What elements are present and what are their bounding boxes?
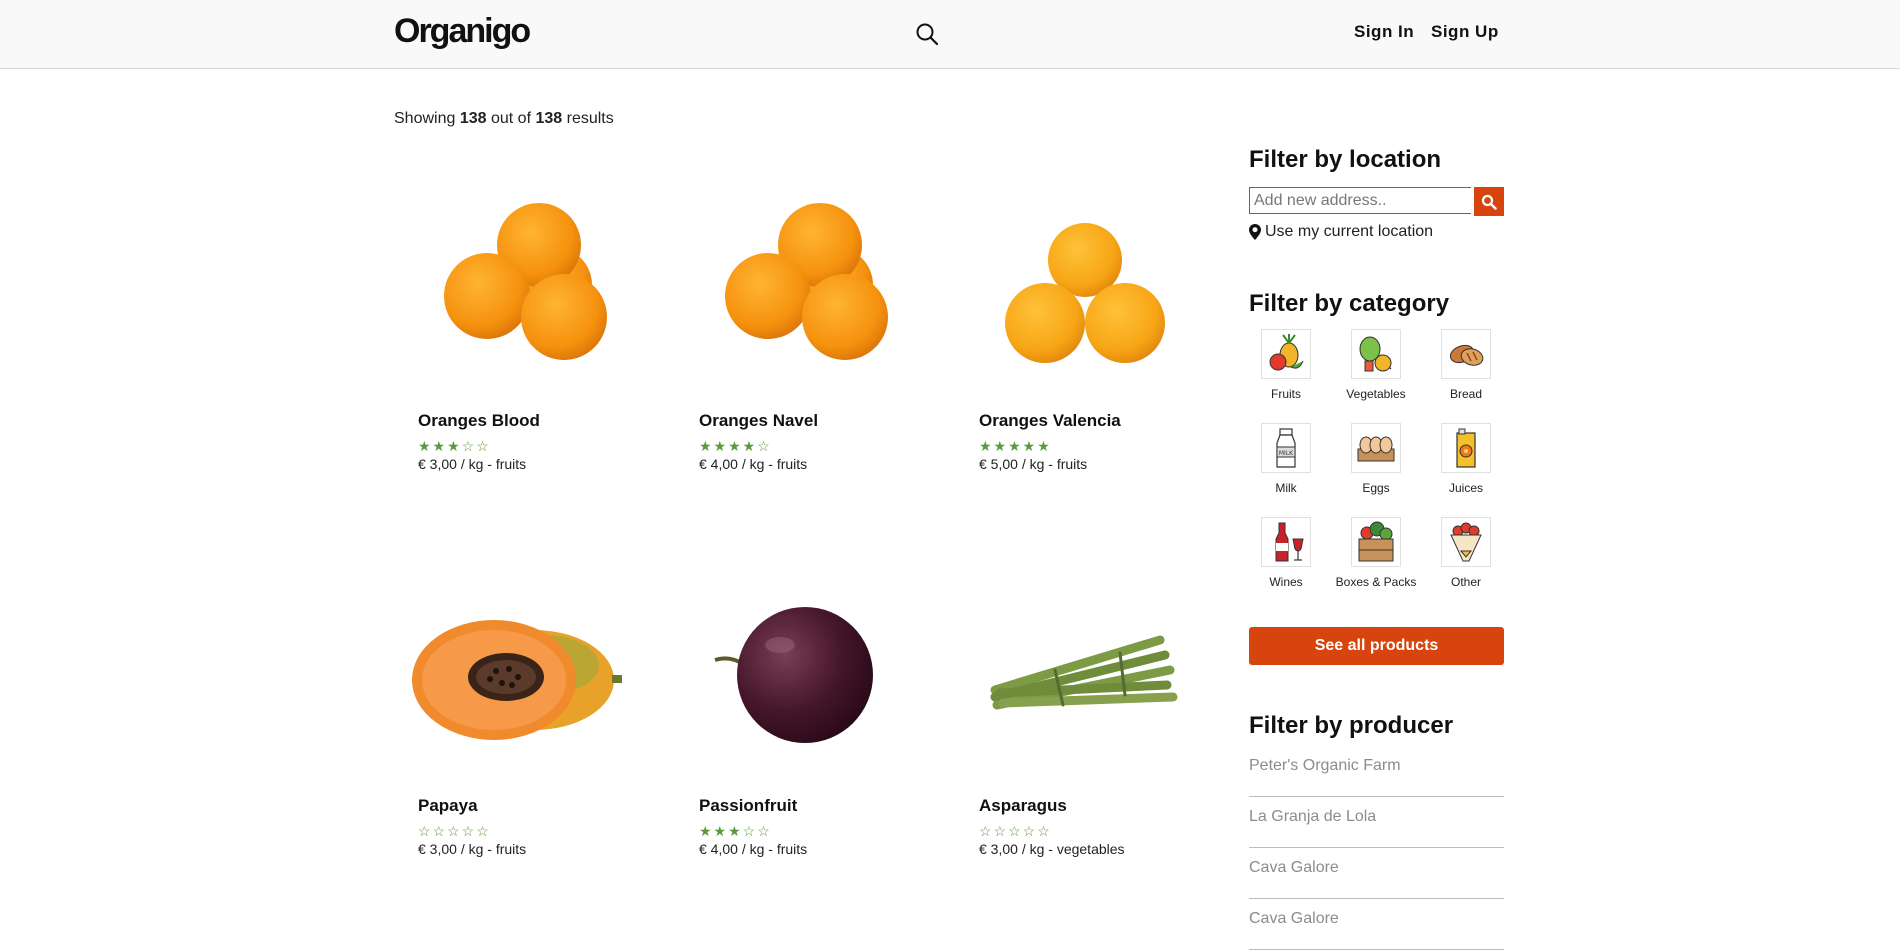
top-navbar: Organigo Sign In Sign Up [0,0,1900,69]
category-label: Wines [1269,575,1303,589]
product-image-oranges-valencia[interactable] [955,180,1185,410]
product-name[interactable]: Papaya [418,796,478,816]
results-prefix: Showing [394,110,456,127]
fruits-icon [1261,329,1311,379]
star-rating: ★★★☆☆ [418,438,491,454]
milk-icon: MILK [1261,423,1311,473]
map-pin-icon [1249,224,1261,240]
star-rating: ☆☆☆☆☆ [418,823,491,839]
use-current-location[interactable]: Use my current location [1249,223,1433,241]
product-price: € 4,00 / kg - fruits [699,456,808,472]
category-label: Boxes & Packs [1335,575,1417,589]
category-bread[interactable]: Bread [1421,329,1511,403]
category-wines[interactable]: Wines [1241,517,1331,591]
address-input[interactable] [1249,187,1471,214]
bread-icon [1441,329,1491,379]
product-price: € 4,00 / kg - fruits [699,841,808,857]
producer-item[interactable]: Cava Galore [1249,900,1504,950]
category-label: Fruits [1271,387,1301,401]
boxes-icon [1351,517,1401,567]
product-card[interactable]: Oranges Blood ★★★☆☆ € 3,00 / kg - fruits [394,180,624,472]
category-juices[interactable]: Juices [1421,423,1511,497]
search-icon [1481,194,1497,210]
results-middle: out of [490,110,532,127]
see-all-products-button[interactable]: See all products [1249,627,1504,665]
filter-location-title: Filter by location [1249,146,1442,173]
vegetables-icon [1351,329,1401,379]
category-label: Other [1450,575,1481,589]
product-image-passionfruit[interactable] [675,565,905,795]
filter-producer-title: Filter by producer [1249,712,1454,739]
results-total: 138 [535,110,563,127]
star-rating: ☆☆☆☆☆ [979,823,1052,839]
product-image-oranges-navel[interactable] [675,180,905,410]
product-price: € 3,00 / kg - fruits [418,841,527,857]
star-rating: ★★★★☆ [699,438,772,454]
product-image-oranges-blood[interactable] [394,180,624,410]
results-shown: 138 [459,110,487,127]
product-name[interactable]: Asparagus [979,796,1067,816]
category-label: Bread [1449,387,1483,401]
product-name[interactable]: Oranges Navel [699,411,818,431]
product-image-papaya[interactable] [394,565,624,795]
eggs-icon [1351,423,1401,473]
sign-in-link[interactable]: Sign In [1354,22,1414,42]
category-label: Milk [1275,481,1297,495]
category-label: Juices [1448,481,1483,495]
star-rating: ★★★★★ [979,438,1052,454]
category-boxes-packs[interactable]: Boxes & Packs [1331,517,1421,591]
product-name[interactable]: Oranges Blood [418,411,540,431]
search-icon[interactable] [915,22,939,46]
product-card[interactable]: Oranges Valencia ★★★★★ € 5,00 / kg - fru… [955,180,1185,472]
product-card[interactable]: Asparagus ☆☆☆☆☆ € 3,00 / kg - vegetables [955,565,1185,857]
product-price: € 3,00 / kg - fruits [418,456,527,472]
product-price: € 5,00 / kg - fruits [979,456,1088,472]
category-label: Vegetables [1346,387,1406,401]
wines-icon [1261,517,1311,567]
other-icon [1441,517,1491,567]
results-count: Showing 138 out of 138 results [394,110,614,128]
product-card[interactable]: Passionfruit ★★★☆☆ € 4,00 / kg - fruits [675,565,905,857]
producer-item[interactable]: Cava Galore [1249,849,1504,899]
address-search-button[interactable] [1474,187,1504,216]
current-location-label: Use my current location [1265,223,1434,240]
product-image-asparagus[interactable] [955,565,1185,795]
product-card[interactable]: Papaya ☆☆☆☆☆ € 3,00 / kg - fruits [394,565,624,857]
product-card[interactable]: Oranges Navel ★★★★☆ € 4,00 / kg - fruits [675,180,905,472]
category-vegetables[interactable]: Vegetables [1331,329,1421,403]
producer-item[interactable]: Peter's Organic Farm [1249,747,1504,797]
product-name[interactable]: Oranges Valencia [979,411,1121,431]
producer-item[interactable]: La Granja de Lola [1249,798,1504,848]
svg-text:MILK: MILK [1279,450,1294,457]
category-fruits[interactable]: Fruits [1241,329,1331,403]
sign-up-link[interactable]: Sign Up [1431,22,1499,42]
juices-icon [1441,423,1491,473]
category-milk[interactable]: MILK Milk [1241,423,1331,497]
star-rating: ★★★☆☆ [699,823,772,839]
category-label: Eggs [1362,481,1390,495]
product-price: € 3,00 / kg - vegetables [979,841,1125,857]
filter-category-title: Filter by category [1249,290,1450,317]
category-other[interactable]: Other [1421,517,1511,591]
category-eggs[interactable]: Eggs [1331,423,1421,497]
product-name[interactable]: Passionfruit [699,796,797,816]
results-suffix: results [566,110,614,127]
logo[interactable]: Organigo [394,12,531,51]
